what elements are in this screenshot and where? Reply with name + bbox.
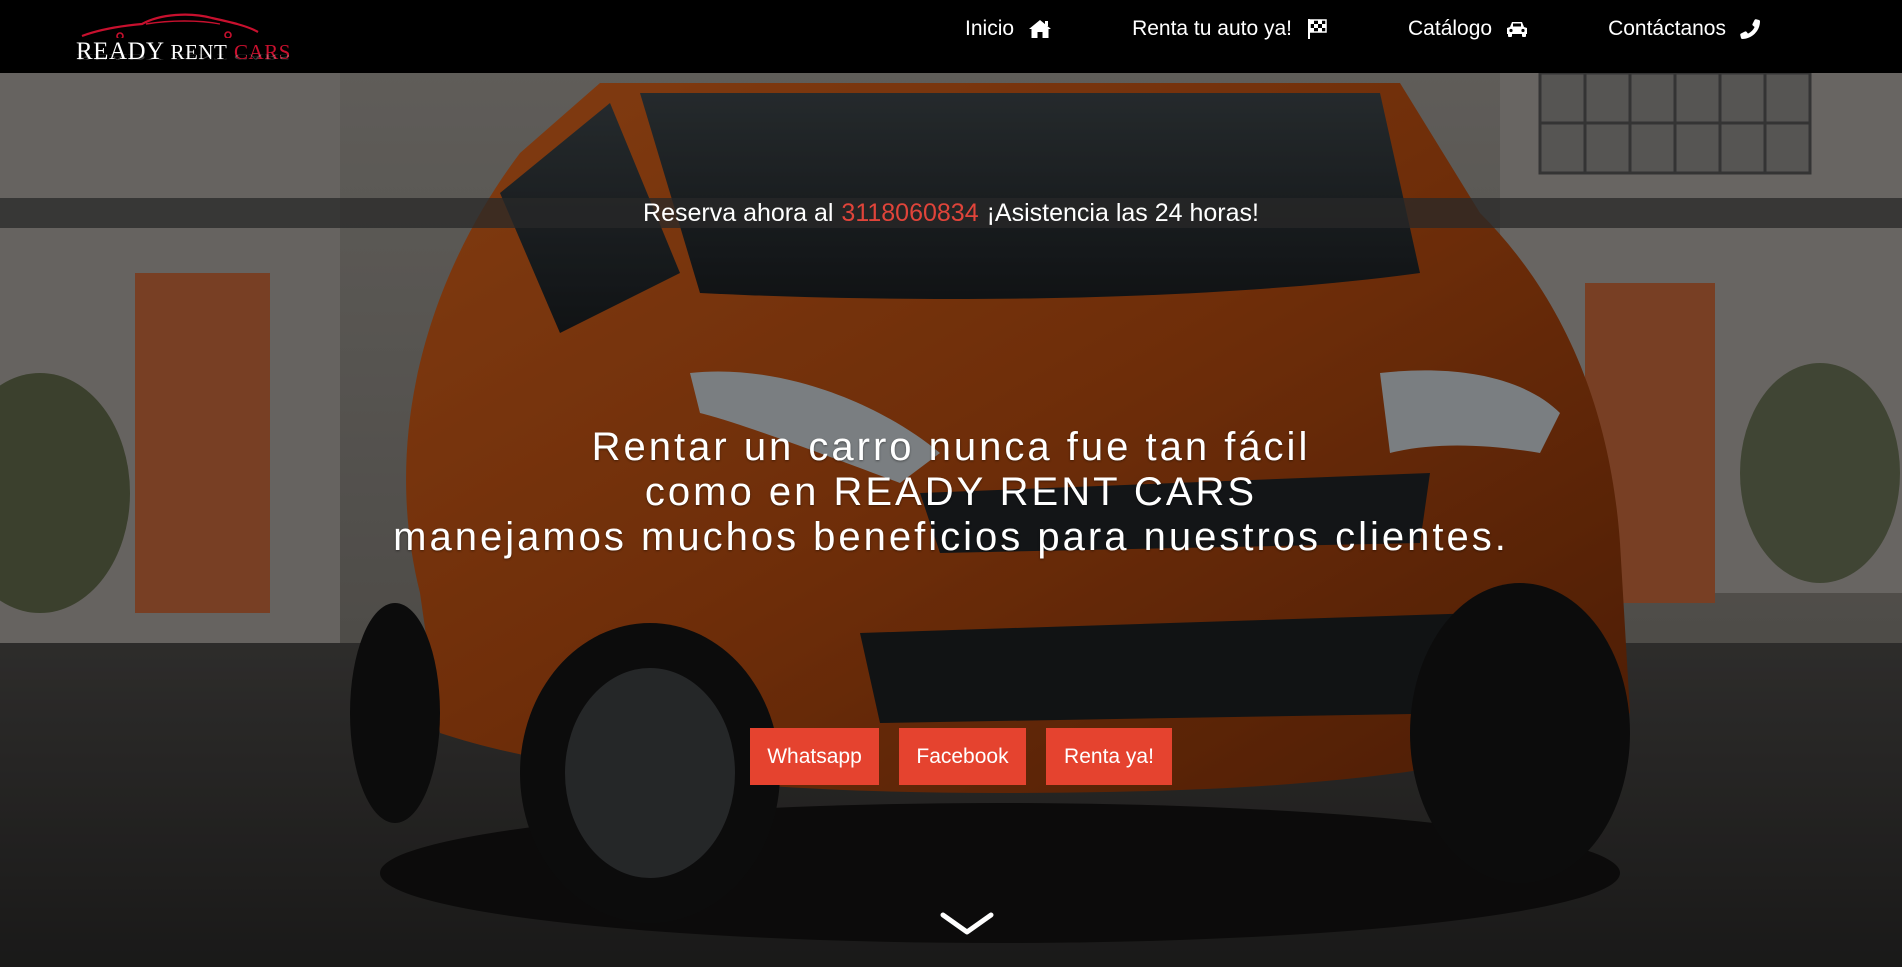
facebook-button[interactable]: Facebook (899, 728, 1026, 785)
nav-item-label: Catálogo (1408, 17, 1493, 40)
nav-item-catalogo[interactable]: Catálogo (1408, 17, 1528, 41)
phone-number-link[interactable]: 3118060834 (841, 199, 978, 228)
nav-item-inicio[interactable]: Inicio (965, 17, 1052, 41)
ready-rent-cars-logo[interactable]: READY RENT CARS READY RENT CARS (72, 6, 291, 70)
banner-prefix: Reserva ahora al (643, 198, 834, 227)
whatsapp-button[interactable]: Whatsapp (750, 728, 879, 785)
nav-item-renta-tu-auto[interactable]: Renta tu auto ya! (1132, 17, 1328, 41)
hero-section: Reserva ahora al 3118060834 ¡Asistencia … (0, 73, 1902, 967)
checkered-flag-icon (1306, 18, 1328, 40)
banner-suffix: ¡Asistencia las 24 horas! (986, 198, 1259, 227)
home-icon (1028, 19, 1052, 39)
reservation-banner: Reserva ahora al 3118060834 ¡Asistencia … (0, 198, 1902, 228)
phone-icon (1740, 19, 1760, 39)
hero-headline: Rentar un carro nunca fue tan fácil como… (0, 425, 1902, 560)
nav-item-label: Contáctanos (1608, 17, 1726, 40)
cta-buttons: Whatsapp Facebook Renta ya! (750, 728, 1192, 785)
nav-menu: Inicio Renta tu auto ya! Catálogo Contác… (885, 0, 1760, 58)
renta-ya-button[interactable]: Renta ya! (1046, 728, 1172, 785)
nav-item-label: Renta tu auto ya! (1132, 17, 1293, 40)
chevron-down-icon[interactable] (940, 911, 994, 937)
nav-item-contactanos[interactable]: Contáctanos (1608, 17, 1760, 41)
car-silhouette-logo-icon (81, 13, 259, 38)
car-icon (1506, 20, 1528, 38)
headline-line-2: como en READY RENT CARS (644, 470, 1258, 514)
nav-item-label: Inicio (965, 17, 1015, 40)
top-navbar: READY RENT CARS READY RENT CARS Inicio R… (0, 0, 1902, 73)
headline-line-3: manejamos muchos beneficios para nuestro… (393, 515, 1509, 559)
headline-line-1: Rentar un carro nunca fue tan fácil (591, 425, 1311, 469)
logo-reflection: READY RENT CARS (76, 52, 291, 62)
